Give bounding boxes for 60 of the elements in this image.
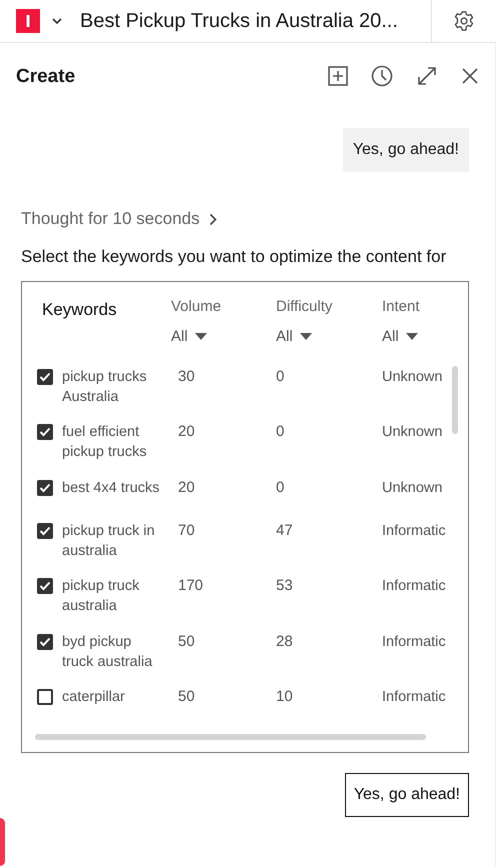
keyword-label: pickup trucks Australia [62,368,148,407]
clock-icon[interactable] [371,65,393,87]
volume-value: 70 [178,520,195,541]
expand-icon[interactable] [416,65,438,87]
difficulty-value: 0 [276,478,284,498]
difficulty-value: 53 [276,576,293,596]
column-header: Difficulty [276,298,334,315]
horizontal-scrollbar[interactable] [35,734,426,740]
intent-value: Informatic [382,522,446,541]
difficulty-value: 0 [276,422,284,442]
difficulty-value: 28 [276,632,293,652]
logo-icon [16,9,40,33]
checkbox[interactable] [37,369,53,385]
checkbox[interactable] [37,522,53,539]
document-title: Best Pickup Trucks in Australia 20... [80,10,399,32]
intent-value: Informatic [382,688,446,707]
panel-title: Create [16,66,76,88]
keyword-label: pickup truck australia [62,577,140,616]
checkbox[interactable] [37,424,53,440]
caret-down-icon [194,333,207,340]
reply-button[interactable]: Yes, go ahead! [344,773,469,817]
prompt-text: Select the keywords you want to optimize the content for [21,246,448,268]
keyword-label: pickup truck in australia [62,522,156,561]
new-chat-icon[interactable] [328,66,348,86]
volume-value: 50 [178,687,195,707]
column-header: Intent [382,298,421,315]
difficulty-value: 0 [276,367,284,387]
checkbox[interactable] [37,480,53,496]
checkbox[interactable] [37,634,53,650]
caret-down-icon [300,333,312,340]
intent-value: Informatic [382,577,446,596]
volume-value: 170 [178,576,204,596]
chevron-down-icon[interactable] [51,17,63,25]
chevron-right-icon [208,212,217,226]
checkbox[interactable] [37,578,53,594]
keyword-label: byd pickup truck australia [62,632,154,672]
column-header: Volume [171,298,222,315]
column-header: Keywords [42,300,118,320]
keyword-label: fuel efficient pickup trucks [62,423,148,462]
thought-toggle[interactable]: Thought for 10 seconds [21,209,217,229]
volume-value: 20 [178,422,195,442]
filter-dropdown[interactable]: All [382,328,418,345]
intent-value: Unknown [382,368,442,387]
intent-value: Unknown [382,478,442,498]
vertical-scrollbar[interactable] [452,366,458,434]
caret-down-icon [406,333,418,340]
keyword-label: caterpillar [62,688,126,707]
intent-value: Unknown [382,423,442,442]
intent-value: Informatic [382,632,446,652]
close-icon[interactable] [461,67,479,85]
keyword-label: best 4x4 trucks [62,478,160,498]
filter-dropdown[interactable]: All [276,328,312,345]
volume-value: 20 [178,478,195,498]
difficulty-value: 10 [276,687,293,707]
checkbox[interactable] [37,689,53,705]
filter-dropdown[interactable]: All [171,328,207,345]
user-message: Yes, go ahead! [342,128,469,172]
difficulty-value: 47 [276,520,293,541]
volume-value: 30 [178,367,195,387]
volume-value: 50 [178,632,195,652]
